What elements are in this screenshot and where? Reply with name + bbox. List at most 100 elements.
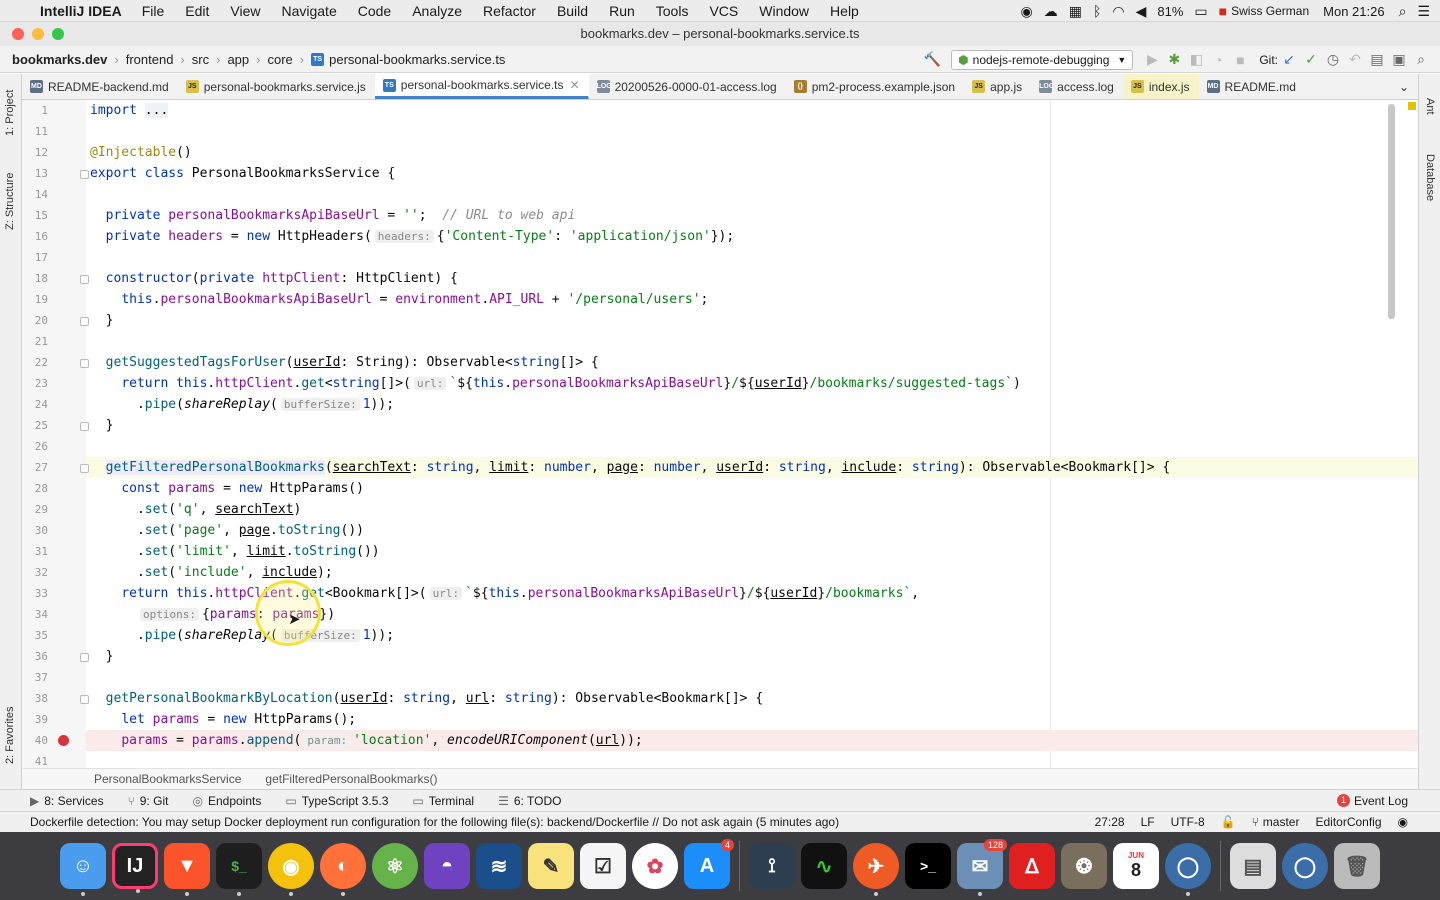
bluetooth-icon[interactable]: ᛒ [1093,3,1101,19]
file-encoding[interactable]: UTF-8 [1171,815,1205,829]
menu-tools[interactable]: Tools [656,3,689,19]
sourcetree-dock-icon[interactable]: ⟟ [749,843,795,889]
services-tool-button[interactable]: ▶ 8: Services [30,794,104,808]
firefox-dock-icon[interactable]: ◐ [320,843,366,896]
run-icon[interactable]: ▶ [1141,51,1163,68]
acrobat-dock-icon[interactable]: ᐃ [1009,843,1055,889]
breadcrumb-method[interactable]: getFilteredPersonalBookmarks() [265,772,437,786]
calendar-dock-icon[interactable]: JUN 8 [1113,843,1159,889]
finder-dock-icon[interactable]: ☺ [60,843,106,896]
screen-recorder-dock-icon[interactable]: ◯ [1165,843,1211,896]
tab-readme-backend[interactable]: MD README-backend.md [22,74,178,99]
event-log-button[interactable]: 1 Event Log [1336,794,1408,808]
favorites-tool-button[interactable]: 2: Favorites [4,707,16,764]
tab-index-js[interactable]: JS index.js [1122,74,1199,99]
tab-access-log[interactable]: LOG access.log [1031,74,1123,99]
search-everywhere-icon[interactable]: ⌕ [1410,51,1432,68]
menu-analyze[interactable]: Analyze [412,3,462,19]
recording-dock-icon[interactable]: ◯ [1282,843,1328,889]
menu-code[interactable]: Code [358,3,391,19]
fold-icon[interactable] [80,275,89,284]
terminal-tool-button[interactable]: ▭ Terminal [412,794,474,808]
minimize-window-button[interactable] [32,28,44,40]
tab-personal-bookmarks-service-ts[interactable]: TS personal-bookmarks.service.ts ✕ [374,74,589,99]
mail-dock-icon[interactable]: ✉ 128 [957,839,1007,896]
github-desktop-dock-icon[interactable]: ◓ [424,843,470,889]
tab-pm2-process-json[interactable]: {} pm2-process.example.json [786,74,964,99]
nav-crumb-project[interactable]: bookmarks.dev [12,52,107,67]
nav-crumb-core[interactable]: core [268,52,293,67]
menu-view[interactable]: View [230,3,260,19]
profile-icon[interactable]: ◔ [1207,52,1229,68]
project-tool-button[interactable]: 1: Project [4,90,16,136]
photos-dock-icon[interactable]: ✿ [632,843,678,889]
status-message[interactable]: Dockerfile detection: You may setup Dock… [30,815,839,829]
fold-icon[interactable] [80,653,89,662]
close-tab-icon[interactable]: ✕ [570,78,580,92]
battery-percent[interactable]: 81% [1157,4,1183,19]
git-branch[interactable]: master [1263,815,1300,829]
trash-dock-icon[interactable]: 🗑 [1334,843,1380,889]
chrome-dock-icon[interactable]: ◉ [268,843,314,896]
notes-dock-icon[interactable]: ✎ [528,843,574,889]
git-commit-icon[interactable]: ✓ [1300,51,1322,68]
reminders-dock-icon[interactable]: ☑ [580,843,626,889]
menu-run[interactable]: Run [609,3,635,19]
ant-tool-button[interactable]: Ant [1424,98,1436,115]
clock[interactable]: Mon 21:26 [1323,4,1384,19]
battery-icon[interactable]: ▭ [1194,3,1207,20]
todo-tool-button[interactable]: ☰ 6: TODO [498,794,561,808]
app-menu[interactable]: IntelliJ IDEA [40,3,122,19]
menu-refactor[interactable]: Refactor [483,3,536,19]
tab-personal-bookmarks-service-js[interactable]: JS personal-bookmarks.service.js [178,74,375,99]
gimp-dock-icon[interactable]: ❂ [1061,843,1107,889]
debug-icon[interactable]: ✱ [1163,51,1185,68]
project-structure-icon[interactable]: ▤ [1366,51,1388,68]
menu-file[interactable]: File [142,3,165,19]
atom-dock-icon[interactable]: ⚛ [372,843,418,889]
menu-edit[interactable]: Edit [185,3,209,19]
nav-crumb-app[interactable]: app [227,52,249,67]
nav-crumb-frontend[interactable]: frontend [126,52,174,67]
menu-help[interactable]: Help [830,3,859,19]
run-configuration-dropdown[interactable]: ⬢ nodejs-remote-debugging ▼ [951,49,1134,70]
editor-scrollbar[interactable] [1388,104,1395,319]
git-update-icon[interactable]: ↙ [1278,51,1300,68]
menu-navigate[interactable]: Navigate [281,3,336,19]
documents-stack-dock-icon[interactable]: ▤ [1230,843,1276,889]
database-tool-button[interactable]: Database [1424,154,1436,201]
line-separator[interactable]: LF [1141,815,1155,829]
nav-crumb-file[interactable]: personal-bookmarks.service.ts [329,52,505,67]
intellij-dock-icon[interactable]: IJ [112,843,158,893]
keyboard-layout[interactable]: Swiss German [1231,4,1309,18]
tab-overflow-chevron[interactable]: ⌄ [1391,74,1418,99]
breadcrumb-class[interactable]: PersonalBookmarksService [94,772,241,786]
fold-icon[interactable] [80,695,89,704]
menu-vcs[interactable]: VCS [709,3,738,19]
tab-access-log-dated[interactable]: LOG 20200526-0000-01-access.log [589,74,786,99]
endpoints-tool-button[interactable]: ◎ Endpoints [192,794,261,808]
editorconfig-indicator[interactable]: EditorConfig [1315,815,1381,829]
mysql-workbench-dock-icon[interactable]: ≋ [476,843,522,889]
docker-icon[interactable]: ▦ [1069,3,1082,20]
wifi-icon[interactable]: ◠ [1112,3,1124,20]
fold-icon[interactable] [80,359,89,368]
inspection-warning-icon[interactable] [1408,102,1416,110]
caret-position[interactable]: 27:28 [1095,815,1125,829]
app-store-dock-icon[interactable]: A4 [684,839,734,889]
tab-app-js[interactable]: JS app.js [964,74,1031,99]
presentation-icon[interactable]: ▣ [1388,51,1410,68]
fold-icon[interactable] [80,422,89,431]
zoom-window-button[interactable] [52,28,64,40]
memory-indicator-icon[interactable]: ◉ [1398,815,1408,829]
coverage-icon[interactable]: ◧ [1185,51,1207,68]
spotlight-icon[interactable]: ⌕ [1399,3,1407,20]
tab-readme[interactable]: MD README.md [1199,74,1305,99]
stop-icon[interactable]: ■ [1229,52,1251,68]
fold-icon[interactable] [80,464,89,473]
fold-icon[interactable] [80,170,89,179]
breakpoint-icon[interactable] [58,735,69,746]
volume-icon[interactable]: ◀ [1136,3,1147,20]
structure-tool-button[interactable]: Z: Structure [4,173,16,230]
fold-icon[interactable] [80,317,89,326]
